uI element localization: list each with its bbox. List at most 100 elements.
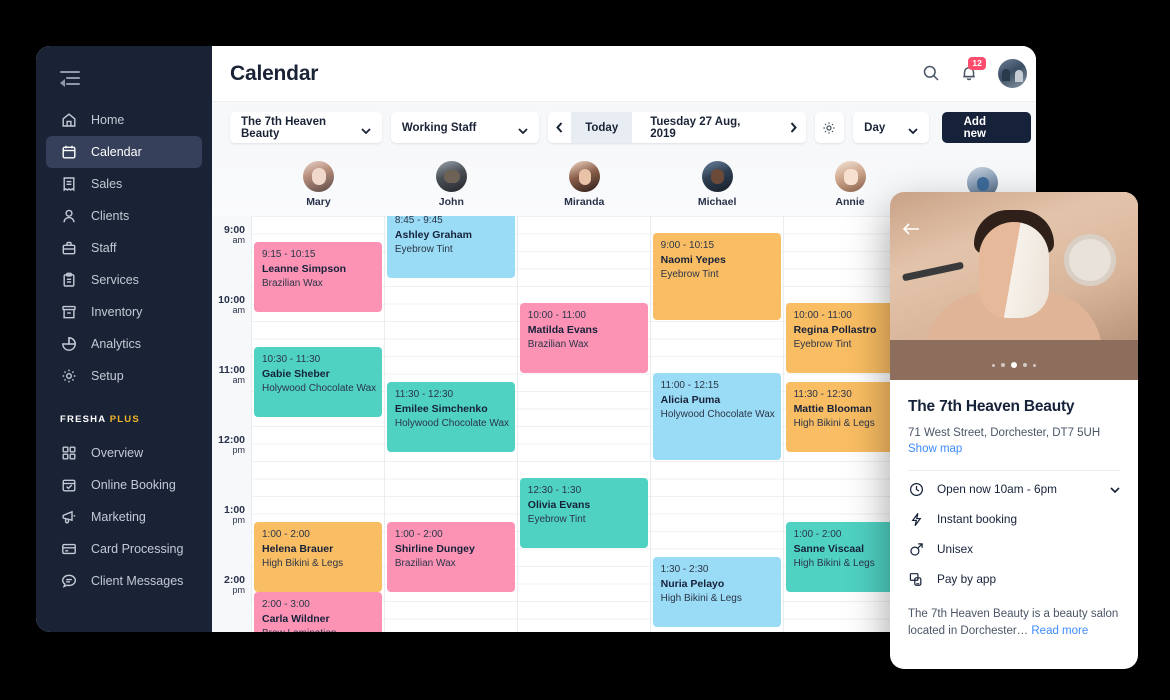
appointment-time: 9:15 - 10:15 xyxy=(262,249,316,260)
appointment-client: Mattie Blooman xyxy=(793,402,872,415)
time-label: 9:00 am xyxy=(224,224,245,245)
venue-address: 71 West Street, Dorchester, DT7 5UH xyxy=(908,427,1101,439)
appointment-block[interactable]: 9:00 - 10:15 Naomi Yepes Eyebrow Tint xyxy=(652,233,781,320)
today-button[interactable]: Today xyxy=(571,112,633,143)
show-map-link[interactable]: Show map xyxy=(908,443,1120,455)
sidebar-item-sales[interactable]: Sales xyxy=(46,168,202,200)
staff-filter-select[interactable]: Working Staff xyxy=(390,112,539,143)
home-icon xyxy=(60,112,77,129)
appointment-service: High Bikini & Legs xyxy=(660,593,742,605)
appointment-client: Regina Pollastro xyxy=(793,323,877,336)
sidebar-item-analytics[interactable]: Analytics xyxy=(46,328,202,360)
sidebar-item-overview[interactable]: Overview xyxy=(46,437,202,469)
notification-badge: 12 xyxy=(968,56,986,70)
sidebar-item-services[interactable]: Services xyxy=(46,264,202,296)
next-day-button[interactable] xyxy=(782,112,805,143)
gender-icon xyxy=(908,541,924,557)
appointment-service: Brow Lamination xyxy=(262,627,374,632)
sidebar-item-label: Card Processing xyxy=(91,542,184,556)
sidebar-item-inventory[interactable]: Inventory xyxy=(46,296,202,328)
appointment-block[interactable]: 11:00 - 12:15 Alicia Puma Holywood Chocola… xyxy=(652,373,781,460)
appointment-time: 10:00 - 11:00 xyxy=(527,310,586,321)
sidebar-item-home[interactable]: Home xyxy=(46,104,202,136)
staff-name: Annie xyxy=(835,196,865,208)
appointment-block[interactable]: 12:30 - 1:30 Olivia Evans Eyebrow Tint xyxy=(519,478,648,548)
instant-booking-label: Instant booking xyxy=(937,512,1018,527)
pie-chart-icon xyxy=(60,336,77,353)
staff-column-header[interactable]: Michael xyxy=(651,153,784,216)
carousel-dot[interactable] xyxy=(1023,363,1027,367)
appointment-client: Olivia Evans xyxy=(527,498,591,511)
staff-avatar-mary xyxy=(302,161,334,192)
page-title: Calendar xyxy=(230,61,319,85)
sidebar-item-card-processing[interactable]: Card Processing xyxy=(46,533,202,565)
time-meridiem: pm xyxy=(232,585,245,596)
view-mode-select[interactable]: Day xyxy=(853,112,929,143)
sidebar-item-label: Analytics xyxy=(91,337,142,351)
staff-column-header[interactable]: Miranda xyxy=(518,153,651,216)
venue-hours-label: Open now 10am - 6pm xyxy=(937,482,1057,497)
appointment-client: Sanne Viscaal xyxy=(793,542,864,555)
add-new-button[interactable]: Add new xyxy=(941,112,1032,143)
appointment-block[interactable]: 1:30 - 2:30 Nuria Pelayo High Bikini & Leg… xyxy=(652,557,781,627)
appointment-service: High Bikini & Legs xyxy=(793,418,875,430)
staff-filter-value: Working Staff xyxy=(401,121,477,134)
sidebar-item-client-messages[interactable]: Client Messages xyxy=(46,565,202,597)
photo-carousel-dots[interactable] xyxy=(890,362,1138,368)
time-axis: 9:00 am 10:00 am 11:00 am 12:00 pm 1:00 pm 2:00 pm xyxy=(212,216,252,632)
appointment-block[interactable]: 9:15 - 10:15 Leanne Simpson Brazilian Wax xyxy=(254,242,382,312)
venue-feature-hours[interactable]: Open now 10am - 6pm xyxy=(908,474,1120,504)
appointment-block[interactable]: 1:00 - 2:00 Helena Brauer High Bikini & Le… xyxy=(254,522,382,592)
carousel-dot[interactable] xyxy=(1001,363,1005,367)
notifications-bell[interactable]: 12 xyxy=(960,56,986,84)
staff-column-header[interactable]: Mary xyxy=(252,153,385,216)
appointment-service: Holywood Chocolate Wax xyxy=(660,409,775,421)
user-avatar[interactable] xyxy=(998,59,1028,88)
appointment-block[interactable]: 11:30 - 12:30 Emilee Simchenko Holywood Ch… xyxy=(386,382,515,452)
venue-select[interactable]: The 7th Heaven Beauty xyxy=(230,112,382,143)
carousel-dot[interactable] xyxy=(1011,362,1017,368)
appointment-time: 2:00 - 3:00 xyxy=(262,599,310,610)
sidebar-item-setup[interactable]: Setup xyxy=(46,360,202,392)
chevron-down-icon[interactable] xyxy=(1110,482,1120,496)
appointment-service: Eyebrow Tint xyxy=(793,339,852,351)
person-icon xyxy=(60,208,77,225)
appointment-block[interactable]: 10:00 - 11:00 Matilda Evans Brazilian Wax xyxy=(519,303,648,373)
appointment-service: High Bikini & Legs xyxy=(262,558,344,570)
sidebar-item-clients[interactable]: Clients xyxy=(46,200,202,232)
search-icon[interactable] xyxy=(922,64,942,84)
appointment-time: 1:00 - 2:00 xyxy=(262,529,310,540)
calendar-column[interactable]: 9:00 - 10:15 Naomi Yepes Eyebrow Tint 11:00… xyxy=(650,216,784,632)
carousel-dot[interactable] xyxy=(992,363,995,367)
pay-by-app-label: Pay by app xyxy=(937,572,997,587)
back-arrow-icon[interactable] xyxy=(902,222,920,236)
megaphone-icon xyxy=(60,509,77,526)
calendar-settings-button[interactable] xyxy=(814,112,845,143)
calendar-column[interactable]: 9:15 - 10:15 Leanne Simpson Brazilian Wax 1… xyxy=(252,216,385,632)
app-window: Home Calendar Sales Clients Staff Services Inv… xyxy=(36,46,1036,632)
prev-day-button[interactable] xyxy=(548,112,571,143)
sidebar-item-online-booking[interactable]: Online Booking xyxy=(46,469,202,501)
carousel-dot[interactable] xyxy=(1033,363,1036,367)
appointment-service: Eyebrow Tint xyxy=(394,244,453,256)
appointment-block[interactable]: 2:00 - 3:00 Carla Wildner Brow Lamination xyxy=(254,592,382,632)
read-more-link[interactable]: Read more xyxy=(1031,625,1088,637)
appointment-service: Holywood Chocolate Wax xyxy=(262,383,377,395)
lightning-icon xyxy=(908,511,924,527)
clipboard-icon xyxy=(60,272,77,289)
appointment-block[interactable]: 1:00 - 2:00 Shirline Dungey Brazilian Wax xyxy=(386,522,515,592)
sidebar-item-staff[interactable]: Staff xyxy=(46,232,202,264)
sidebar-item-label: Calendar xyxy=(91,145,142,159)
unisex-label: Unisex xyxy=(937,542,974,557)
staff-column-header[interactable]: John xyxy=(385,153,518,216)
calendar-column[interactable]: 10:00 - 11:00 Matilda Evans Brazilian Wax 1… xyxy=(517,216,651,632)
sidebar-item-marketing[interactable]: Marketing xyxy=(46,501,202,533)
sidebar-item-calendar[interactable]: Calendar xyxy=(46,136,202,168)
appointment-service: Brazilian Wax xyxy=(527,339,589,351)
calendar-column[interactable]: 8:45 - 9:45 Ashley Graham Eyebrow Tint 11:3… xyxy=(384,216,518,632)
sidebar: Home Calendar Sales Clients Staff Services Inv… xyxy=(36,46,212,632)
appointment-block[interactable]: 10:30 - 11:30 Gabie Sheber Holywood Chocol… xyxy=(254,347,382,417)
appointment-block[interactable]: 8:45 - 9:45 Ashley Graham Eyebrow Tint xyxy=(386,216,515,278)
sidebar-item-label: Staff xyxy=(91,241,117,255)
hamburger-collapse-icon[interactable] xyxy=(60,70,86,88)
